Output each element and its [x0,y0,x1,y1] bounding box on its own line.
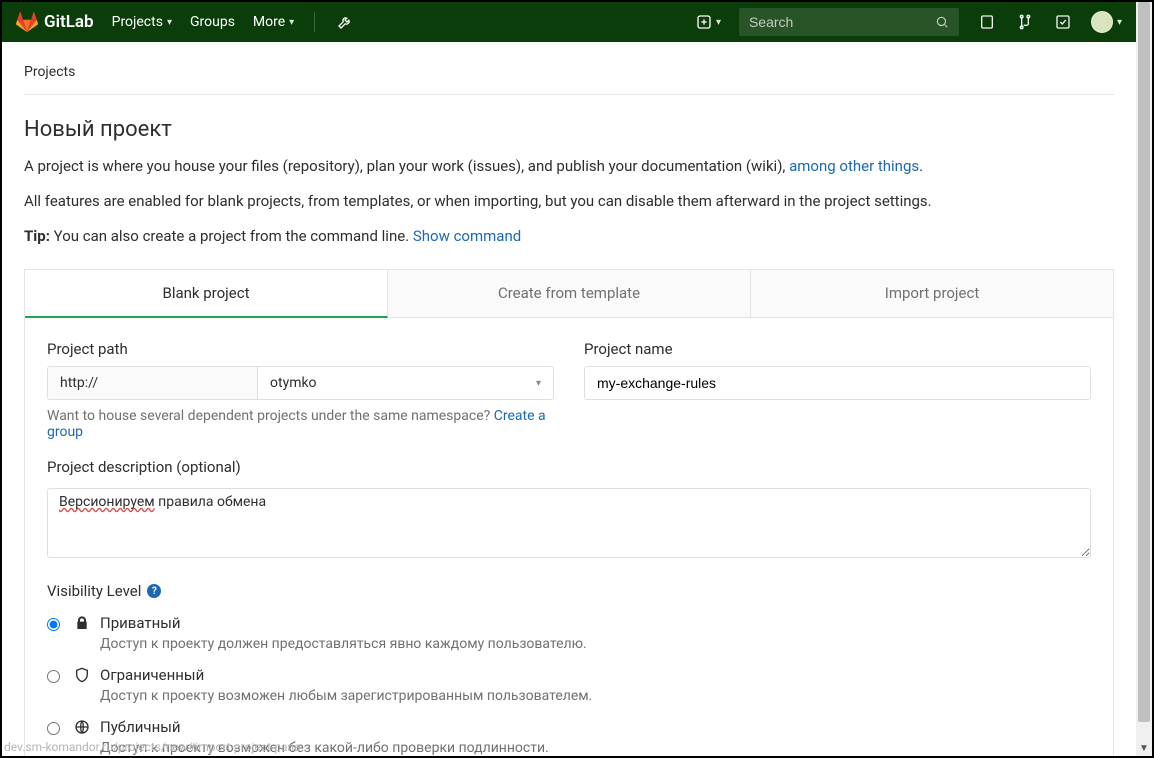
scrollbar-thumb[interactable] [1138,2,1150,722]
top-navbar: GitLab Projects▾ Groups More▾ ▾ [2,2,1136,42]
visibility-internal-radio[interactable] [47,670,60,683]
plus-icon [696,14,712,30]
wrench-icon[interactable] [335,12,355,32]
project-type-tabs: Blank project Create from template Impor… [24,269,1114,318]
tanuki-icon [16,11,38,33]
nav-more[interactable]: More▾ [253,14,294,30]
among-other-things-link[interactable]: among other things [789,157,919,175]
search-box[interactable] [739,8,959,36]
namespace-select[interactable]: otymko ▾ [257,366,554,400]
description-label: Project description (optional) [47,458,1091,476]
divider [24,94,1114,95]
issues-icon[interactable] [977,12,997,32]
show-command-link[interactable]: Show command [413,227,521,245]
intro-block: A project is where you house your files … [24,156,1114,247]
scroll-down-icon[interactable]: ▼ [1136,740,1152,756]
lock-icon [74,615,90,635]
todos-icon[interactable] [1053,12,1073,32]
visibility-public-radio[interactable] [47,722,60,735]
shield-icon [74,667,90,687]
new-project-form: Project path http:// otymko ▾ Want to ho… [24,318,1114,756]
chevron-down-icon: ▾ [716,17,721,28]
user-menu[interactable]: ▾ [1091,11,1122,33]
path-prefix: http:// [47,366,257,400]
visibility-private[interactable]: Приватный Доступ к проекту должен предос… [47,614,1091,652]
gitlab-logo[interactable]: GitLab [16,11,94,33]
visibility-label: Visibility Level ? [47,582,1091,600]
status-bar-url: dev.sm-komandor.ru/projects/new#import-p… [4,740,300,754]
description-textarea[interactable] [47,488,1091,558]
project-name-label: Project name [584,340,1091,358]
chevron-down-icon: ▾ [536,378,541,389]
search-input[interactable] [749,14,935,30]
help-icon[interactable]: ? [147,584,161,598]
merge-requests-icon[interactable] [1015,12,1035,32]
new-dropdown[interactable]: ▾ [696,14,721,30]
visibility-private-radio[interactable] [47,618,60,631]
chevron-down-icon: ▾ [289,17,294,28]
avatar [1091,11,1113,33]
globe-icon [74,719,90,739]
chevron-down-icon: ▾ [1117,17,1122,28]
chevron-down-icon: ▾ [167,17,172,28]
nav-groups[interactable]: Groups [190,14,235,30]
nav-separator [314,12,315,32]
namespace-hint: Want to house several dependent projects… [47,408,554,440]
nav-projects[interactable]: Projects▾ [112,14,172,30]
search-icon [935,15,949,29]
project-path-label: Project path [47,340,554,358]
tab-blank-project[interactable]: Blank project [25,270,388,318]
project-name-input[interactable] [584,366,1091,400]
tab-create-from-template[interactable]: Create from template [388,270,751,318]
breadcrumb[interactable]: Projects [24,64,1114,80]
brand-text: GitLab [44,12,94,32]
visibility-internal[interactable]: Ограниченный Доступ к проекту возможен л… [47,666,1091,704]
vertical-scrollbar[interactable]: ▲ ▼ [1136,2,1152,756]
page-title: Новый проект [24,117,1114,142]
tab-import-project[interactable]: Import project [751,270,1113,318]
